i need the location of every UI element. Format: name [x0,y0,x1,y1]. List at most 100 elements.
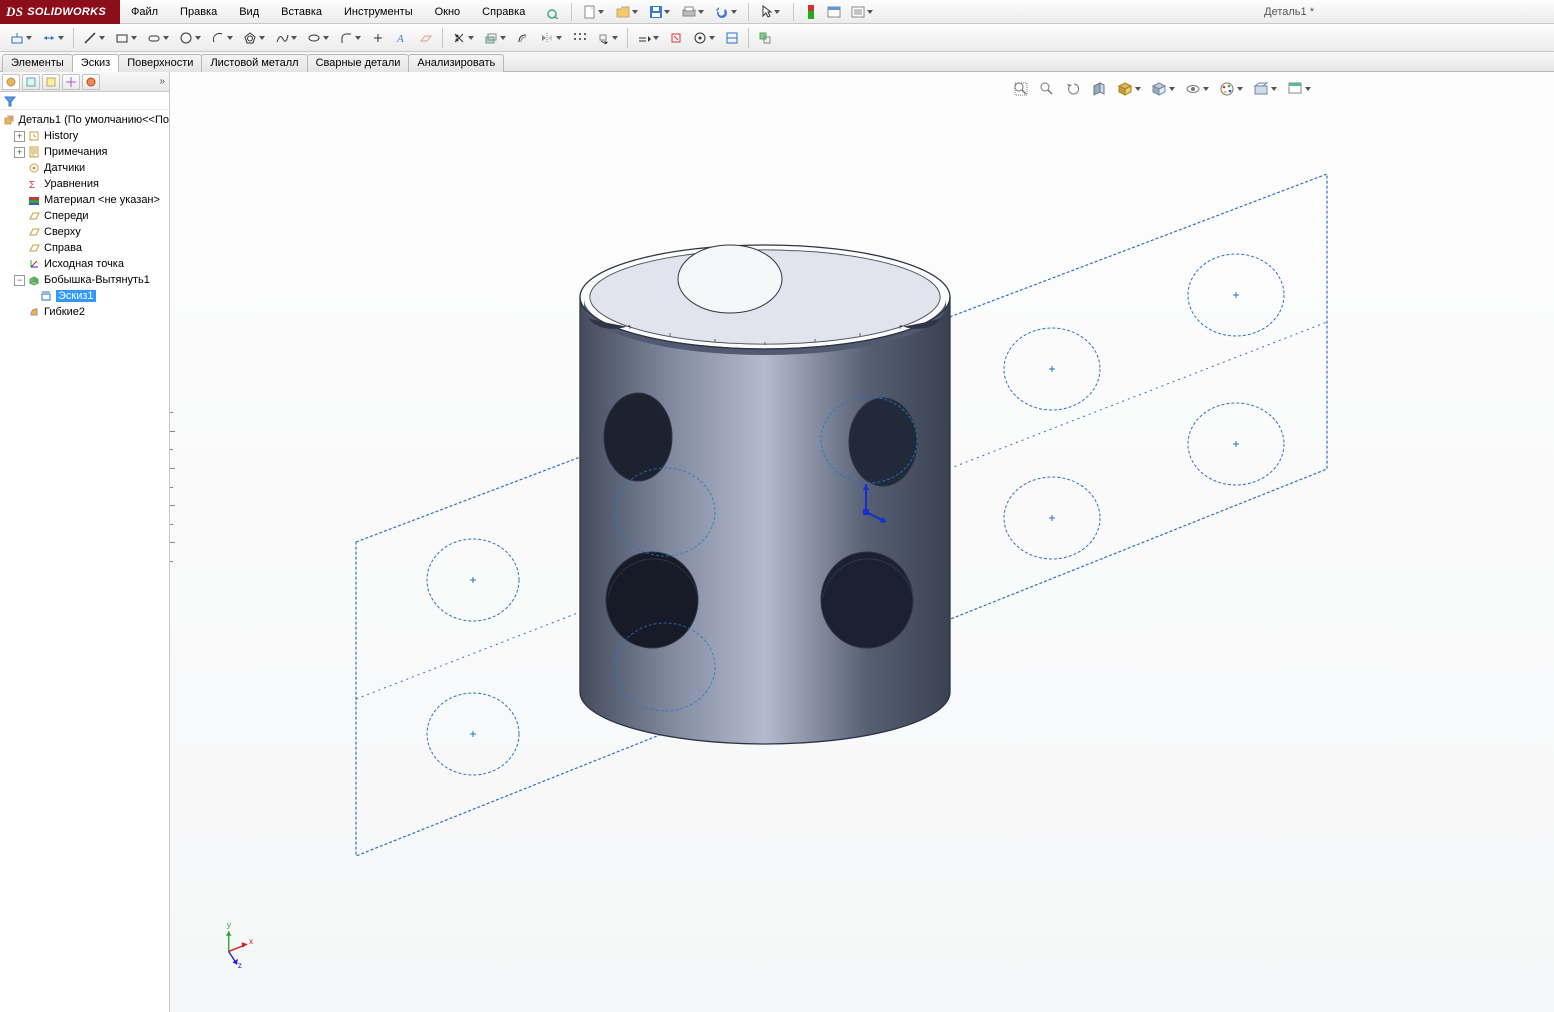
model-view [170,72,1554,1012]
slot-tool[interactable] [143,27,173,49]
app-logo: DS SOLIDWORKS [0,0,120,24]
text-tool[interactable]: A [391,27,413,49]
svg-text:Σ: Σ [29,180,35,190]
spline-tool[interactable] [271,27,301,49]
feature-manager-tabs: » [0,72,169,92]
tree-item-11[interactable]: Гибкие2 [0,304,169,320]
tree-item-1[interactable]: +AПримечания [0,144,169,160]
tree-item-5[interactable]: Спереди [0,208,169,224]
new-file-button[interactable] [579,2,609,22]
plane-icon [27,241,41,255]
circle-tool[interactable] [175,27,205,49]
history-icon [27,129,41,143]
material-icon [27,193,41,207]
equations-icon: Σ [27,177,41,191]
fm-tab-configuration[interactable] [42,74,60,90]
sketch-toolbar: A [0,24,1554,52]
command-tab-0[interactable]: Элементы [2,54,73,72]
tree-item-4[interactable]: Материал <не указан> [0,192,169,208]
logo-prefix: DS [6,4,23,20]
menu-справка[interactable]: Справка [471,1,536,23]
mirror-tool[interactable] [536,27,566,49]
rapid-sketch-tool[interactable] [721,27,743,49]
extrude-icon [27,273,41,287]
fm-tab-display[interactable] [82,74,100,90]
fm-expand-icon[interactable]: » [159,76,165,87]
undo-button[interactable] [711,2,741,22]
origin-icon [27,257,41,271]
quick-snaps-tool[interactable] [689,27,719,49]
select-tool[interactable] [756,2,786,22]
svg-text:y: y [227,922,232,930]
command-tab-4[interactable]: Сварные детали [307,54,410,72]
tree-item-9[interactable]: −Бобышка-Вытянуть1 [0,272,169,288]
document-title: Деталь1 * [1264,6,1314,18]
print-button[interactable] [678,2,708,22]
rectangle-tool[interactable] [111,27,141,49]
tree-item-10[interactable]: Эскиз1 [0,288,169,304]
ellipse-tool[interactable] [303,27,333,49]
arc-tool[interactable] [207,27,237,49]
command-tab-1[interactable]: Эскиз [72,54,119,72]
sketch-button[interactable] [6,27,36,49]
polygon-tool[interactable] [239,27,269,49]
command-tab-5[interactable]: Анализировать [408,54,504,72]
feature-tree: Деталь1 (По умолчанию<<По +History+AПрим… [0,110,169,1012]
settings-icon[interactable] [847,2,877,22]
trim-tool[interactable] [448,27,478,49]
notes-icon: A [27,145,41,159]
open-file-button[interactable] [612,2,642,22]
command-tab-2[interactable]: Поверхности [118,54,202,72]
axis-triad: y x z [214,922,260,968]
options-button[interactable] [824,2,844,22]
command-tab-3[interactable]: Листовой металл [201,54,307,72]
tree-item-7[interactable]: Справа [0,240,169,256]
tree-item-0[interactable]: +History [0,128,169,144]
offset-entities-tool[interactable] [512,27,534,49]
line-tool[interactable] [79,27,109,49]
svg-text:A: A [31,153,35,158]
help-icon[interactable] [544,2,564,22]
command-manager-tabs: ЭлементыЭскизПоверхностиЛистовой металлС… [0,52,1554,72]
instant2d-tool[interactable] [754,27,776,49]
filter-bar[interactable] [0,92,169,110]
display-relations-tool[interactable] [633,27,663,49]
point-tool[interactable] [367,27,389,49]
move-entities-tool[interactable] [592,27,622,49]
menu-правка[interactable]: Правка [169,1,228,23]
plane-tool[interactable] [415,27,437,49]
menu-окно[interactable]: Окно [424,1,472,23]
fm-tab-property-manager[interactable] [22,74,40,90]
linear-pattern-tool[interactable] [568,27,590,49]
menu-вставка[interactable]: Вставка [270,1,333,23]
svg-text:x: x [249,937,254,946]
tree-root[interactable]: Деталь1 (По умолчанию<<По [0,112,169,128]
feature-manager-panel: » Деталь1 (По умолчанию<<По +History+AПр… [0,72,170,1012]
tree-root-label: Деталь1 (По умолчанию<<По [19,114,169,126]
rebuild-button[interactable] [801,2,821,22]
tree-item-8[interactable]: Исходная точка [0,256,169,272]
menu-инструменты[interactable]: Инструменты [333,1,424,23]
fillet-tool[interactable] [335,27,365,49]
svg-text:A: A [396,33,404,45]
menu-вид[interactable]: Вид [228,1,270,23]
flex-icon [27,305,41,319]
svg-text:z: z [238,961,242,968]
tree-item-3[interactable]: ΣУравнения [0,176,169,192]
tree-item-6[interactable]: Сверху [0,224,169,240]
save-button[interactable] [645,2,675,22]
menu-файл[interactable]: Файл [120,1,169,23]
tree-item-2[interactable]: Датчики [0,160,169,176]
sketch-icon [39,289,53,303]
logo-brand: SOLIDWORKS [27,6,106,18]
fm-tab-feature-tree[interactable] [2,74,20,90]
smart-dimension-button[interactable] [38,27,68,49]
plane-icon [27,209,41,223]
menu-bar: DS SOLIDWORKS ФайлПравкаВидВставкаИнстру… [0,0,1554,24]
convert-entities-tool[interactable] [480,27,510,49]
sensors-icon [27,161,41,175]
graphics-area[interactable]: y x z [170,72,1554,1012]
repair-sketch-tool[interactable] [665,27,687,49]
plane-icon [27,225,41,239]
fm-tab-dimxpert[interactable] [62,74,80,90]
